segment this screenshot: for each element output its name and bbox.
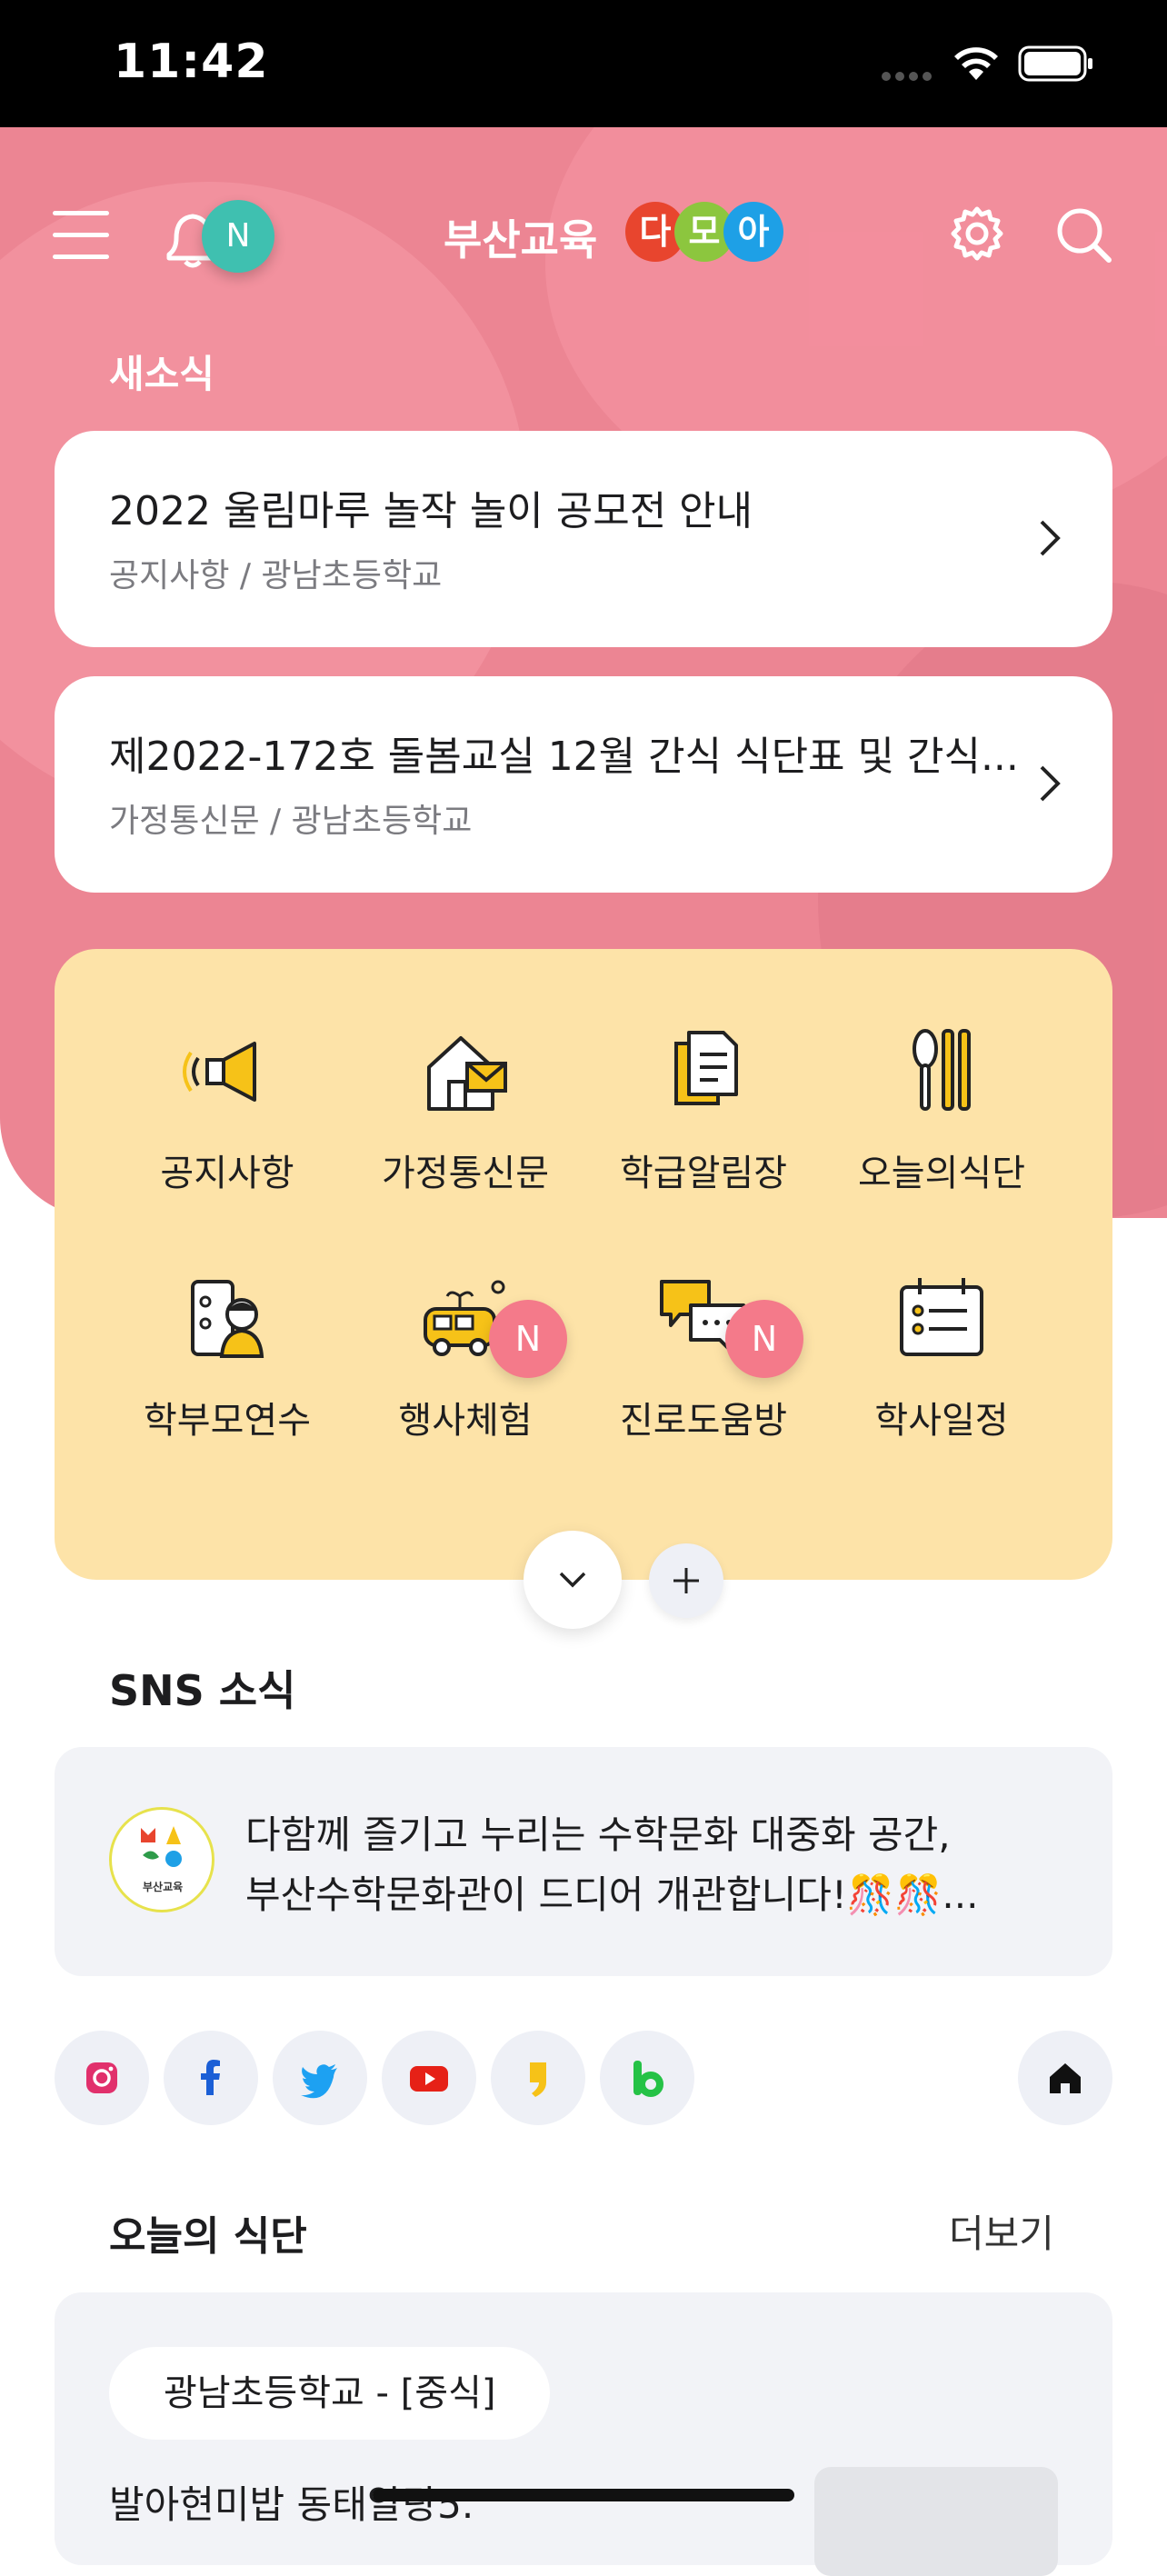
busan-edu-avatar: 부산교육 (109, 1807, 214, 1912)
menu-item-parent-training[interactable]: 학부모연수 (109, 1269, 345, 1443)
twitter-icon (301, 2064, 337, 2099)
meal-card[interactable]: 광남초등학교 - [중식] 발아현미밥 동태알탕5. (55, 2292, 1112, 2576)
menu-item-label: 학부모연수 (144, 1400, 311, 1442)
kakao-story-button[interactable] (491, 2031, 585, 2125)
new-badge: N (725, 1300, 803, 1378)
parent-training-icon (191, 1280, 264, 1358)
news-section-title: 새소식 (109, 352, 214, 396)
news-title: 제2022-172호 돌봄교실 12월 간식 식단표 및 간식... (109, 734, 1019, 780)
news-subtitle: 가정통신문 / 광남초등학교 (109, 803, 473, 840)
menu-item-notice[interactable]: 공지사항 (109, 1022, 345, 1196)
quick-menu-panel: 공지사항 가정통신문 학급알림장 오늘의식단 학부모연수 행사체험 진로도움방 … (55, 949, 1112, 1580)
menu-item-meal[interactable]: 오늘의식단 (823, 1022, 1060, 1196)
school-meal-pill[interactable]: 광남초등학교 - [중식] (109, 2347, 551, 2440)
sns-section-title: SNS 소식 (109, 1666, 296, 1715)
home-letter-icon (427, 1036, 507, 1111)
menu-item-label: 행사체험 (398, 1400, 533, 1442)
sns-post-card[interactable]: 부산교육 다함께 즐기고 누리는 수학문화 대중화 공간, 부산수학문화관이 드… (55, 1747, 1112, 1976)
sns-post-line: 다함께 즐기고 누리는 수학문화 대중화 공간, (245, 1812, 951, 1857)
facebook-icon (201, 2060, 220, 2095)
menu-item-newsletter[interactable]: 가정통신문 (347, 1022, 584, 1196)
app-logo-text: 부산교육 (444, 215, 598, 265)
plus-icon (673, 1568, 699, 1593)
news-card[interactable]: 2022 울림마루 놀작 놀이 공모전 안내 공지사항 / 광남초등학교 (55, 431, 1112, 647)
sns-post-text: 다함께 즐기고 누리는 수학문화 대중화 공간, 부산수학문화관이 드디어 개관… (245, 1805, 1063, 1925)
menu-item-label: 학사일정 (874, 1400, 1009, 1442)
status-time: 11:42 (114, 35, 269, 89)
document-icon (674, 1031, 738, 1105)
youtube-button[interactable] (382, 2031, 476, 2125)
more-link[interactable]: 더보기 (949, 2203, 1054, 2259)
app-logo-badge: 다모아 (625, 202, 783, 267)
meal-menu-text: 발아현미밥 동태알탕5. (109, 2482, 474, 2527)
search-icon[interactable] (1052, 204, 1116, 267)
instagram-button[interactable] (55, 2031, 149, 2125)
youtube-icon (410, 2066, 448, 2092)
expand-menu-button[interactable] (524, 1531, 622, 1629)
menu-item-label: 가정통신문 (382, 1153, 549, 1194)
status-bar: 11:42 (0, 0, 1167, 127)
chevron-right-icon (1040, 520, 1061, 556)
logo-char: 아 (723, 202, 783, 262)
chevron-down-icon (559, 1572, 586, 1588)
wifi-icon (954, 47, 998, 80)
home-indicator (373, 2489, 794, 2501)
cellular-signal-icon (882, 67, 936, 81)
battery-icon (1018, 45, 1092, 82)
spoon-chopsticks-icon (913, 1029, 971, 1111)
megaphone-icon (183, 1042, 256, 1102)
band-icon (633, 2061, 663, 2097)
chevron-right-icon (1040, 765, 1061, 802)
twitter-button[interactable] (273, 2031, 367, 2125)
meal-section-title: 오늘의 식단 (109, 2213, 307, 2260)
band-button[interactable] (600, 2031, 694, 2125)
news-title: 2022 울림마루 놀작 놀이 공모전 안내 (109, 488, 753, 534)
home-button[interactable] (1018, 2031, 1112, 2125)
menu-item-label: 진로도움방 (620, 1400, 787, 1442)
meal-photo (814, 2467, 1058, 2576)
facebook-button[interactable] (164, 2031, 258, 2125)
instagram-icon (86, 2062, 117, 2093)
menu-item-label: 오늘의식단 (858, 1153, 1025, 1194)
menu-item-class-notice[interactable]: 학급알림장 (585, 1022, 822, 1196)
notification-badge: N (202, 200, 274, 273)
home-icon (1050, 2063, 1081, 2093)
avatar-label: 부산교육 (143, 1881, 184, 1893)
sns-post-line: 부산수학문화관이 드디어 개관합니다!🎊🎊... (245, 1872, 979, 1917)
calendar-icon (900, 1278, 983, 1356)
kakao-story-icon (530, 2062, 546, 2097)
menu-item-label: 학급알림장 (620, 1153, 787, 1194)
add-menu-button[interactable] (649, 1543, 723, 1618)
menu-item-schedule[interactable]: 학사일정 (823, 1269, 1060, 1443)
settings-icon[interactable] (945, 202, 1009, 265)
news-card[interactable]: 제2022-172호 돌봄교실 12월 간식 식단표 및 간식... 가정통신문… (55, 676, 1112, 893)
menu-icon[interactable] (53, 211, 109, 260)
menu-item-label: 공지사항 (160, 1153, 294, 1194)
news-subtitle: 공지사항 / 광남초등학교 (109, 557, 443, 594)
new-badge: N (489, 1300, 567, 1378)
